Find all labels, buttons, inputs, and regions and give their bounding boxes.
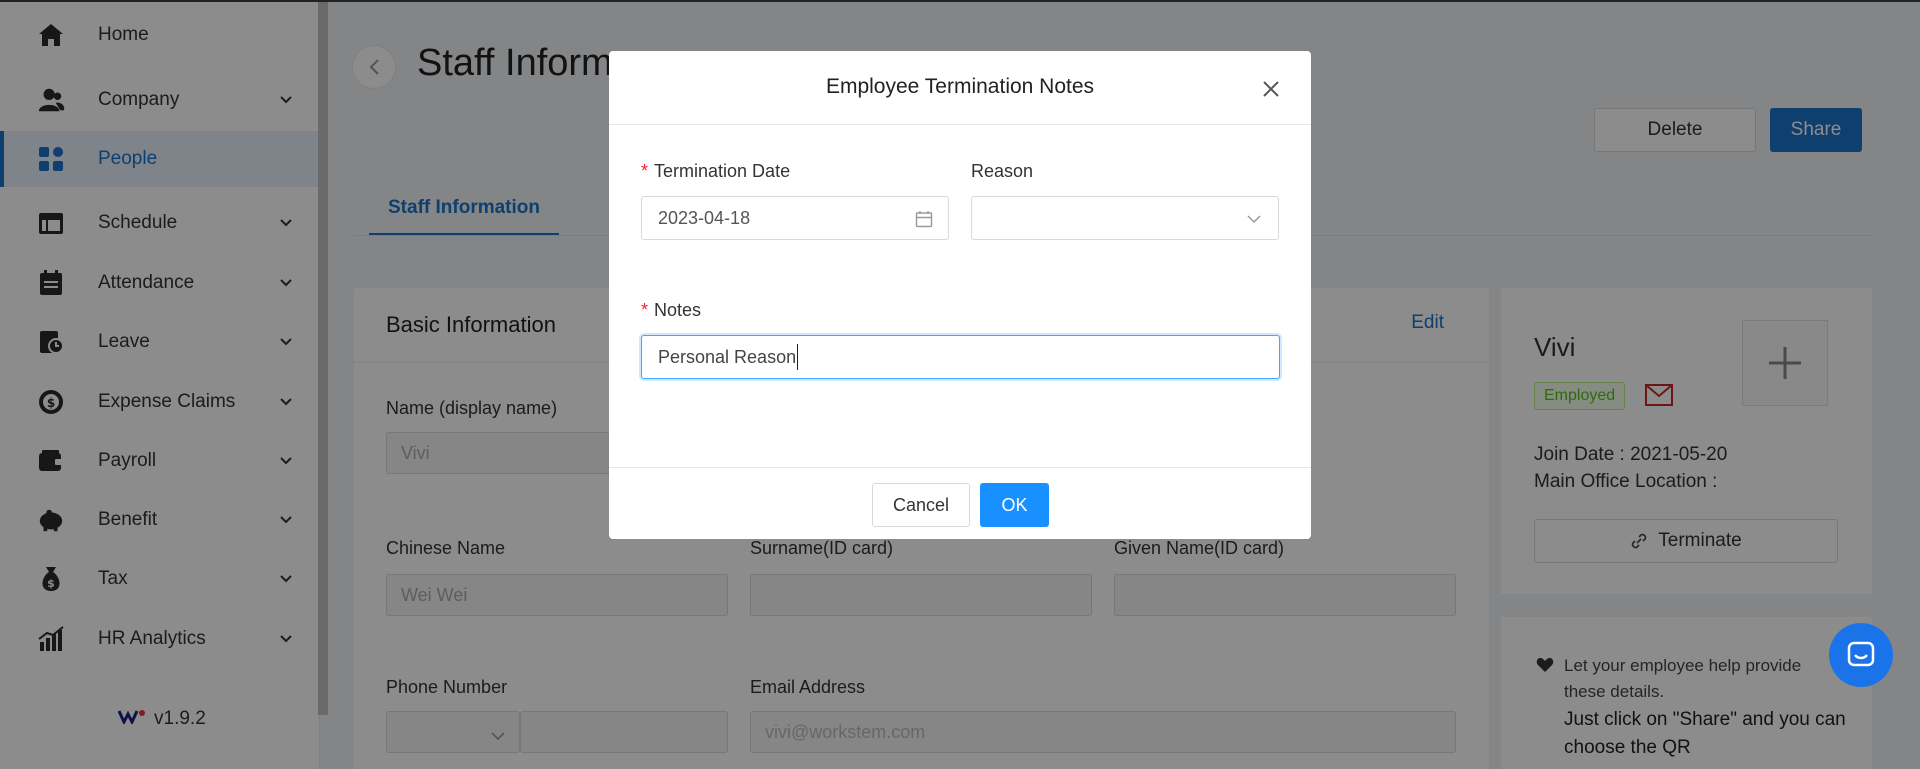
- window-top-border: [0, 0, 1920, 2]
- reason-select[interactable]: [971, 196, 1279, 240]
- close-icon[interactable]: [1259, 77, 1283, 101]
- termination-date-label: * Termination Date: [641, 161, 791, 181]
- required-marker: *: [641, 161, 649, 181]
- modal-title: Employee Termination Notes: [825, 75, 1095, 98]
- termination-date-value: 2023-04-18: [658, 207, 751, 228]
- required-marker: *: [641, 300, 649, 320]
- termination-date-picker[interactable]: 2023-04-18: [641, 196, 949, 240]
- notes-input[interactable]: Personal Reason: [641, 335, 1280, 379]
- text-cursor: [797, 344, 799, 370]
- cancel-button[interactable]: Cancel: [872, 483, 970, 527]
- chat-launcher-button[interactable]: [1829, 623, 1893, 687]
- ok-button[interactable]: OK: [980, 483, 1049, 527]
- reason-label: Reason: [971, 161, 1034, 181]
- chat-icon: [1847, 641, 1875, 667]
- modal-header: Employee Termination Notes: [609, 51, 1311, 125]
- notes-label: * Notes: [641, 300, 702, 320]
- calendar-icon: [914, 209, 934, 229]
- chevron-down-icon: [1244, 209, 1264, 229]
- modal-footer: Cancel OK: [609, 467, 1311, 539]
- notes-value: Personal Reason: [658, 346, 797, 367]
- termination-notes-modal: Employee Termination Notes * Termination …: [609, 51, 1311, 539]
